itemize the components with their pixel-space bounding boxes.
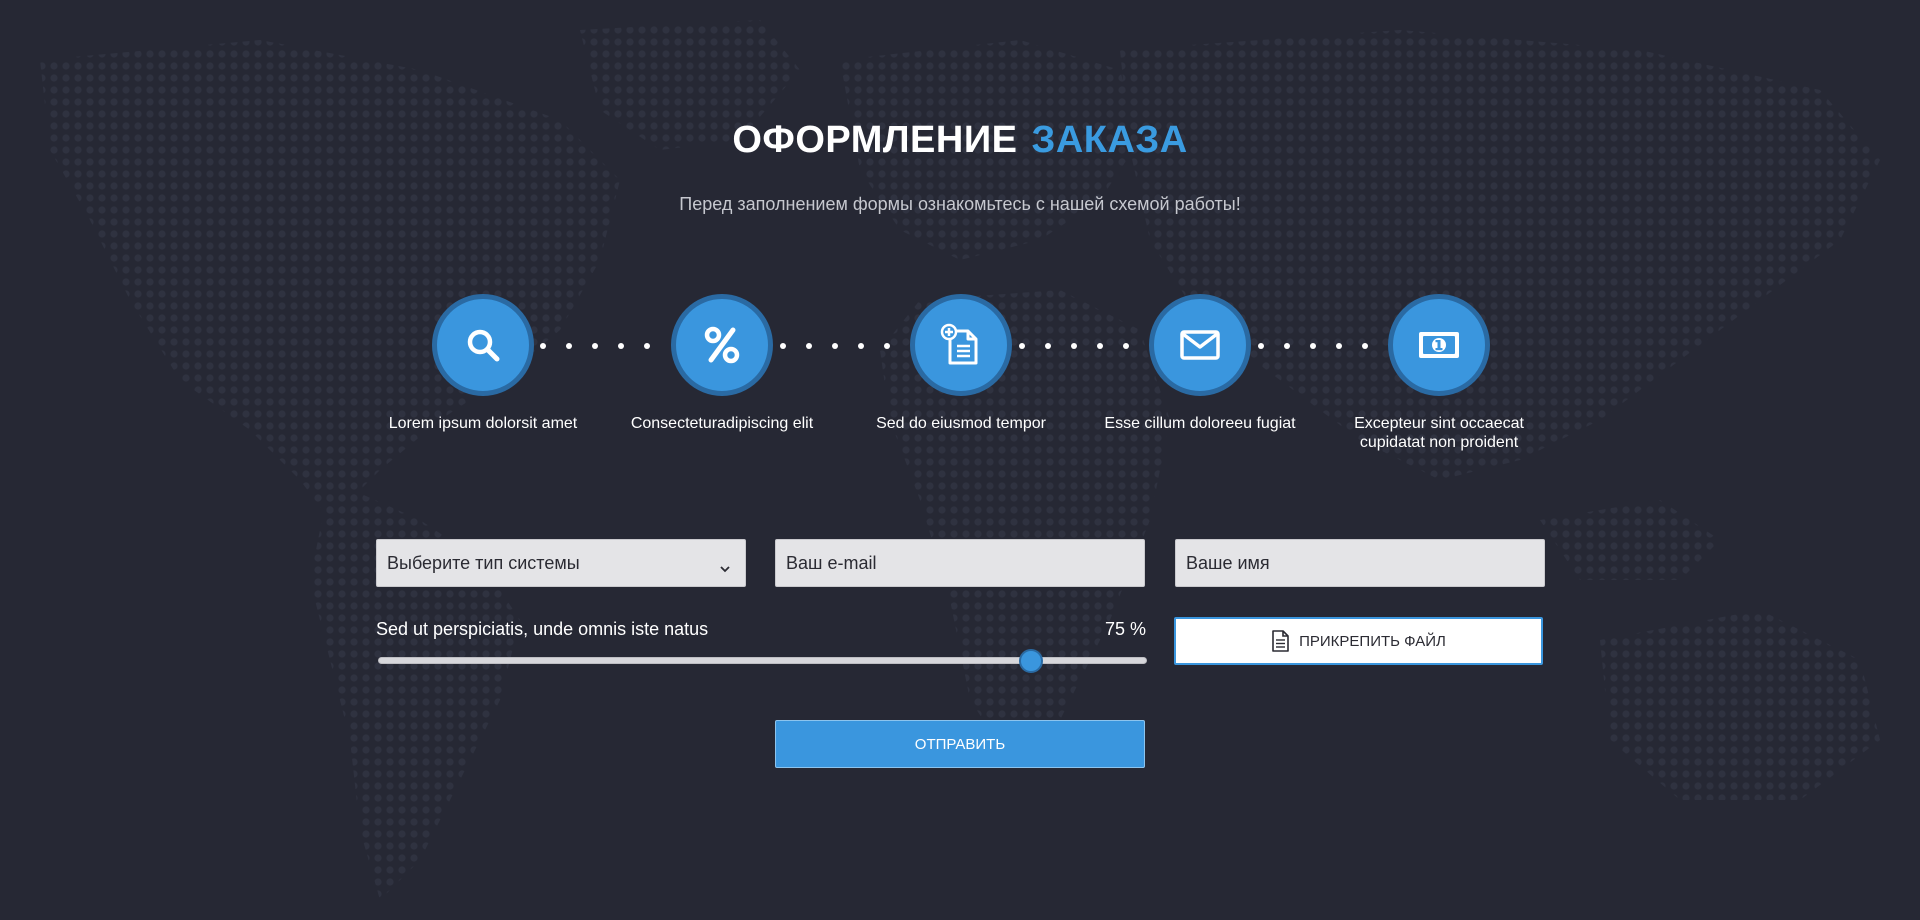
step-2-circle <box>671 294 773 396</box>
system-type-select[interactable]: Выберите тип системы <box>376 539 746 587</box>
step-1: Lorem ipsum dolorsit amet <box>373 294 593 433</box>
search-icon <box>464 326 502 364</box>
chevron-down-icon <box>719 558 731 579</box>
envelope-icon <box>1180 330 1220 360</box>
step-3: Sed do eiusmod tempor <box>851 294 1071 433</box>
submit-button[interactable]: ОТПРАВИТЬ <box>775 720 1145 768</box>
step-4-circle <box>1149 294 1251 396</box>
step-2-label: Consecteturadipiscing elit <box>630 415 814 432</box>
step-2: Consecteturadipiscing elit <box>612 294 832 433</box>
slider-handle[interactable] <box>1018 649 1043 673</box>
step-1-circle <box>432 294 534 396</box>
step-5: Excepteur sint occaecat cupidatat non pr… <box>1329 294 1549 452</box>
step-4-label: Esse cillum doloreeu fugiat <box>1104 415 1296 432</box>
document-add-icon <box>940 323 982 367</box>
step-3-circle <box>910 294 1012 396</box>
title-white-part: ОФОРМЛЕНИЕ <box>732 119 1018 161</box>
step-1-label: Lorem ipsum dolorsit amet <box>388 415 578 432</box>
step-3-label: Sed do eiusmod tempor <box>876 415 1046 432</box>
name-field[interactable] <box>1175 539 1545 587</box>
banknote-icon <box>1417 330 1461 360</box>
step-5-label: Excepteur sint occaecat cupidatat non pr… <box>1354 415 1524 451</box>
email-field[interactable] <box>775 539 1145 587</box>
submit-label: ОТПРАВИТЬ <box>914 735 1006 753</box>
percent-icon <box>703 326 741 364</box>
system-type-select-value: Выберите тип системы <box>387 552 580 573</box>
title-accent-part: ЗАКАЗА <box>1031 119 1188 161</box>
step-5-circle <box>1388 294 1490 396</box>
page-title: ОФОРМЛЕНИЕ ЗАКАЗА <box>0 116 1920 164</box>
slider-track[interactable] <box>378 649 1147 673</box>
step-4: Esse cillum doloreeu fugiat <box>1090 294 1310 433</box>
slider-label: Sed ut perspiciatis, unde omnis iste nat… <box>376 619 709 639</box>
document-icon <box>1271 630 1289 652</box>
process-steps: Lorem ipsum dolorsit amet Consecteturadi… <box>373 294 1573 464</box>
page-subtitle: Перед заполнением формы ознакомьтесь с н… <box>679 194 1241 214</box>
attach-file-label: ПРИКРЕПИТЬ ФАЙЛ <box>1299 632 1446 650</box>
slider-value: 75 % <box>1104 619 1146 639</box>
attach-file-button[interactable]: ПРИКРЕПИТЬ ФАЙЛ <box>1174 617 1543 665</box>
